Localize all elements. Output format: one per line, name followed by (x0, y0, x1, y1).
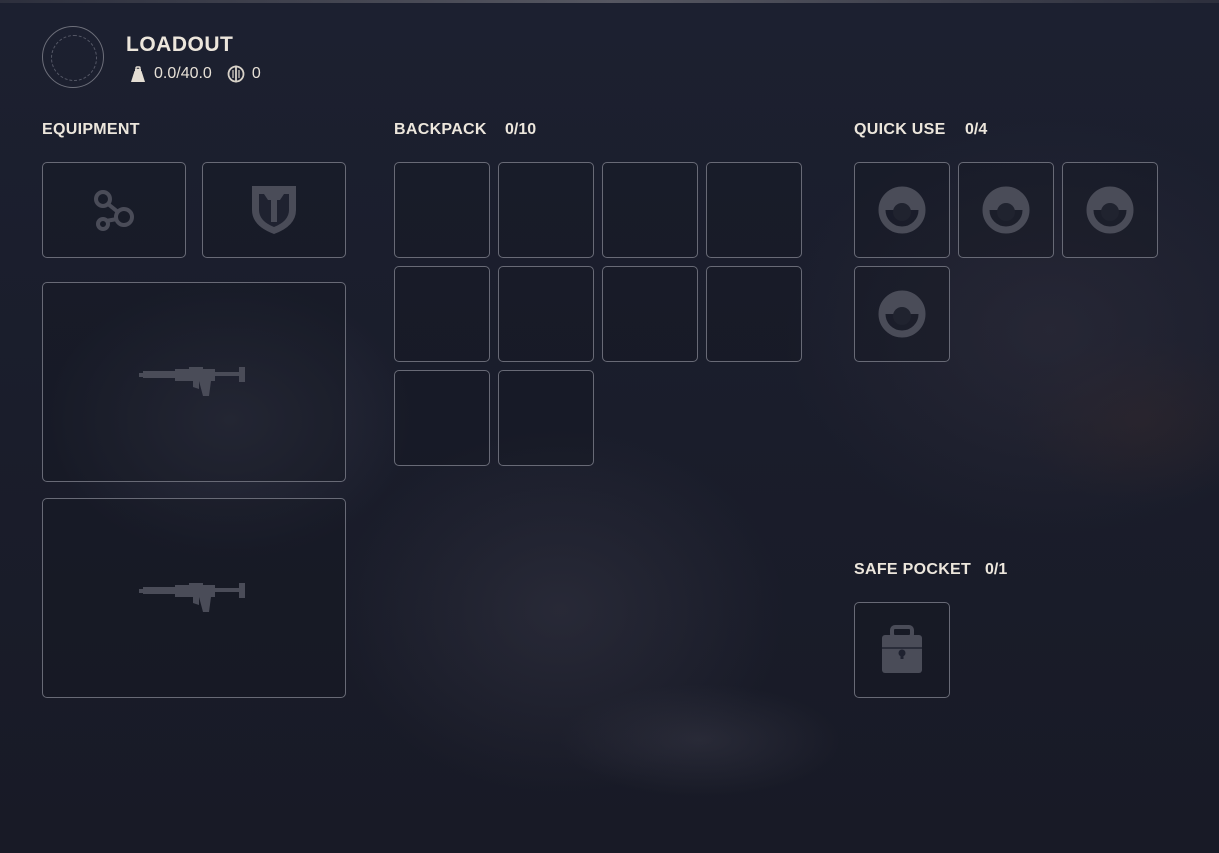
quick-use-label: QUICK USE (854, 121, 946, 138)
safe-pocket-label: SAFE POCKET (854, 561, 972, 578)
weight-value: 0.0/40.0 (154, 65, 212, 82)
backpack-slot[interactable] (394, 266, 490, 362)
shield-slot[interactable] (202, 162, 346, 258)
top-edge-line (0, 0, 1219, 3)
backpack-slot[interactable] (706, 162, 802, 258)
backpack-slot[interactable] (706, 266, 802, 362)
primary-weapon-slot[interactable] (42, 282, 346, 482)
rifle-icon (139, 365, 249, 399)
backpack-slot[interactable] (498, 266, 594, 362)
safe-pocket-slot[interactable] (854, 602, 950, 698)
avatar-icon[interactable] (42, 26, 104, 88)
backpack-count: 0/10 (505, 121, 537, 138)
coin-icon (226, 64, 246, 84)
consumable-icon (878, 186, 926, 234)
rifle-icon (139, 581, 249, 615)
safe-pocket-count: 0/1 (985, 561, 1008, 578)
consumable-icon (982, 186, 1030, 234)
equipment-label: EQUIPMENT (42, 121, 140, 138)
backpack-slot[interactable] (602, 162, 698, 258)
augment-icon (90, 186, 138, 234)
backpack-slot[interactable] (394, 162, 490, 258)
quick-use-slot[interactable] (958, 162, 1054, 258)
backpack-slot[interactable] (498, 370, 594, 466)
quick-use-slot[interactable] (854, 266, 950, 362)
quick-use-count: 0/4 (965, 121, 988, 138)
weight-bag-icon (128, 64, 148, 84)
shield-icon (250, 184, 298, 236)
quick-use-slot[interactable] (854, 162, 950, 258)
secondary-weapon-slot[interactable] (42, 498, 346, 698)
quick-use-slot[interactable] (1062, 162, 1158, 258)
augment-slot[interactable] (42, 162, 186, 258)
backpack-slot[interactable] (394, 370, 490, 466)
lock-icon (880, 625, 924, 675)
backpack-label: BACKPACK (394, 121, 487, 138)
currency-value: 0 (251, 65, 261, 82)
loadout-stats: 0.0/40.0 0 (128, 64, 275, 84)
consumable-icon (1086, 186, 1134, 234)
backpack-slot[interactable] (602, 266, 698, 362)
backpack-slot[interactable] (498, 162, 594, 258)
consumable-icon (878, 290, 926, 338)
page-title: LOADOUT (126, 33, 234, 56)
